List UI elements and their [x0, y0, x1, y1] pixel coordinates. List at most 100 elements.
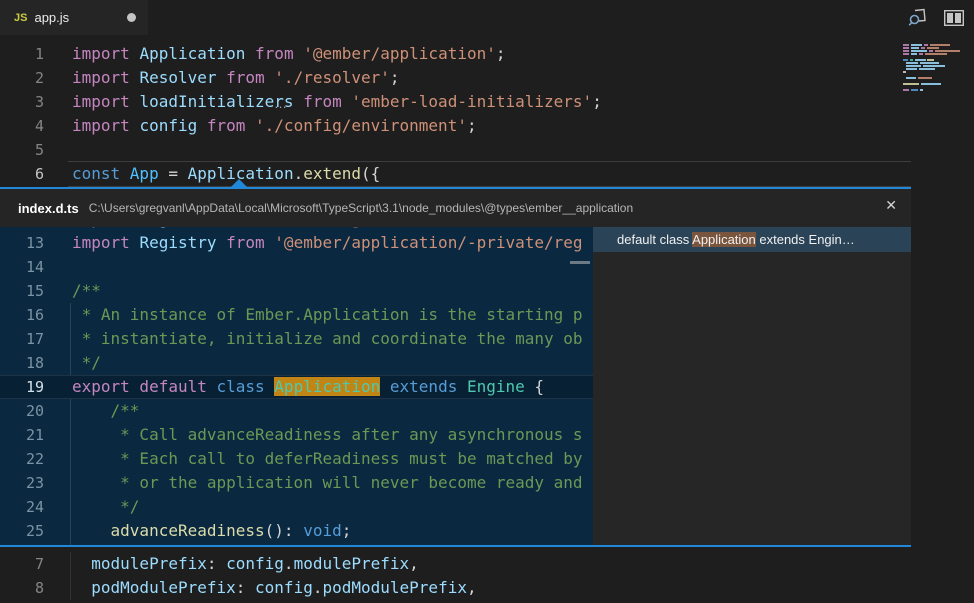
code-line[interactable]: 18 */: [0, 351, 593, 375]
line-number: 25: [0, 519, 44, 543]
code-text: * Call advanceReadiness after any asynch…: [72, 423, 583, 447]
minimap-line: [903, 50, 965, 52]
line-number: 7: [0, 552, 44, 576]
indent-guide: [70, 303, 71, 327]
code-line[interactable]: 5: [0, 138, 911, 162]
line-number: 6: [0, 162, 44, 186]
line-number: 21: [0, 423, 44, 447]
current-line-highlight: [68, 161, 911, 187]
result-text: default class: [617, 232, 692, 247]
vscode-window: 1 import Application from '@ember/applica…: [0, 0, 974, 603]
code-line[interactable]: 24 */: [0, 495, 593, 519]
peek-title-path: C:\Users\gregvanl\AppData\Local\Microsof…: [89, 201, 633, 215]
peek-header: index.d.ts C:\Users\gregvanl\AppData\Loc…: [0, 189, 911, 227]
code-text: import config from './config/environment…: [72, 114, 477, 138]
minimap-line: [903, 71, 965, 73]
minimap-line: [903, 53, 965, 55]
minimap-line: [903, 86, 965, 88]
code-text: export default class Application extends…: [72, 375, 544, 399]
code-text: podModulePrefix: config.podModulePrefix,: [72, 576, 477, 600]
indent-guide: [70, 447, 71, 471]
code-line[interactable]: 16 * An instance of Ember.Application is…: [0, 303, 593, 327]
code-line[interactable]: 23 * or the application will never becom…: [0, 471, 593, 495]
code-text: */: [72, 351, 101, 375]
line-number: 16: [0, 303, 44, 327]
code-line[interactable]: 14: [0, 255, 593, 279]
line-number: 14: [0, 255, 44, 279]
line-number: 22: [0, 447, 44, 471]
code-line[interactable]: 25 advanceReadiness(): void;: [0, 519, 593, 543]
tab-app-js[interactable]: JS app.js: [0, 0, 148, 35]
line-number: 4: [0, 114, 44, 138]
line-number: 5: [0, 138, 44, 162]
editor-actions: [907, 0, 964, 35]
tab-title: app.js: [34, 10, 69, 25]
modified-indicator-dot[interactable]: [127, 13, 136, 22]
code-line[interactable]: 8 podModulePrefix: config.podModulePrefi…: [0, 576, 911, 600]
code-text: /**: [72, 399, 139, 423]
indent-guide: [70, 543, 71, 545]
minimap-line: [903, 44, 965, 46]
split-editor-icon[interactable]: [944, 10, 964, 26]
result-match-highlight: Application: [692, 232, 756, 247]
line-number: 26: [0, 543, 44, 545]
javascript-file-icon: JS: [14, 12, 27, 24]
line-number: 8: [0, 576, 44, 600]
minimap-line: [903, 80, 965, 82]
code-text: * An instance of Ember.Application is th…: [72, 303, 583, 327]
indent-guide: [70, 471, 71, 495]
code-text: * Each call to deferReadiness must be ma…: [72, 447, 583, 471]
code-line[interactable]: 19 export default class Application exten…: [0, 375, 593, 399]
line-number: 15: [0, 279, 44, 303]
code-text: /**: [72, 279, 101, 303]
code-text: import Application from '@ember/applicat…: [72, 42, 506, 66]
line-number: 1: [0, 42, 44, 66]
indent-guide: [70, 399, 71, 423]
tab-bar: JS app.js: [0, 0, 974, 35]
peek-definition-widget: index.d.ts C:\Users\gregvanl\AppData\Loc…: [0, 187, 911, 547]
line-number: 20: [0, 399, 44, 423]
code-line[interactable]: 21 * Call advanceReadiness after any asy…: [0, 423, 593, 447]
code-line[interactable]: 2 import Resolver from './resolver';: [0, 66, 911, 90]
peek-body: 12import Engine from '@ember/engine';13i…: [0, 227, 911, 545]
code-text: import loadInitializers from 'ember-load…: [72, 90, 602, 114]
open-preview-icon[interactable]: [907, 7, 928, 28]
code-line[interactable]: 22 * Each call to deferReadiness must be…: [0, 447, 593, 471]
code-text: * instantiate, initialize and coordinate…: [72, 327, 583, 351]
line-number: 2: [0, 66, 44, 90]
peek-results-list: default class Application extends Engin…: [593, 227, 911, 545]
code-line[interactable]: 17 * instantiate, initialize and coordin…: [0, 327, 593, 351]
code-line[interactable]: 1 import Application from '@ember/applica…: [0, 42, 911, 66]
code-line[interactable]: 26 /**: [0, 543, 593, 545]
indent-guide: [70, 576, 71, 600]
code-line[interactable]: 20 /**: [0, 399, 593, 423]
line-number: 24: [0, 495, 44, 519]
indent-guide: [70, 327, 71, 351]
line-number: 19: [0, 375, 44, 399]
overview-ruler-marker: [570, 261, 590, 264]
indent-guide: [70, 552, 71, 576]
code-line[interactable]: 15 /**: [0, 279, 593, 303]
reference-list-item[interactable]: default class Application extends Engin…: [593, 227, 911, 252]
minimap-line: [903, 74, 965, 76]
code-line[interactable]: 3import loadInitializers from 'ember-loa…: [0, 90, 911, 114]
code-text: */: [72, 495, 139, 519]
inline-hint-ellipsis: …: [274, 96, 287, 111]
peek-title-filename: index.d.ts: [18, 201, 79, 216]
indent-guide: [70, 495, 71, 519]
code-line[interactable]: 7 modulePrefix: config.modulePrefix,: [0, 552, 911, 576]
minimap-line: [903, 47, 965, 49]
result-text-tail: extends Engin…: [756, 232, 855, 247]
code-text: /**: [72, 543, 139, 545]
minimap-line: [903, 56, 965, 58]
peek-arrow: [230, 179, 248, 188]
code-line[interactable]: 13import Registry from '@ember/applicati…: [0, 231, 593, 255]
code-text: import Resolver from './resolver';: [72, 66, 400, 90]
code-line[interactable]: 4 import config from './config/environmen…: [0, 114, 911, 138]
indent-guide: [70, 519, 71, 543]
line-number: 18: [0, 351, 44, 375]
minimap-line: [903, 89, 965, 91]
close-icon[interactable]: ✕: [885, 198, 897, 214]
code-text: advanceReadiness(): void;: [72, 519, 351, 543]
minimap[interactable]: [903, 44, 965, 92]
